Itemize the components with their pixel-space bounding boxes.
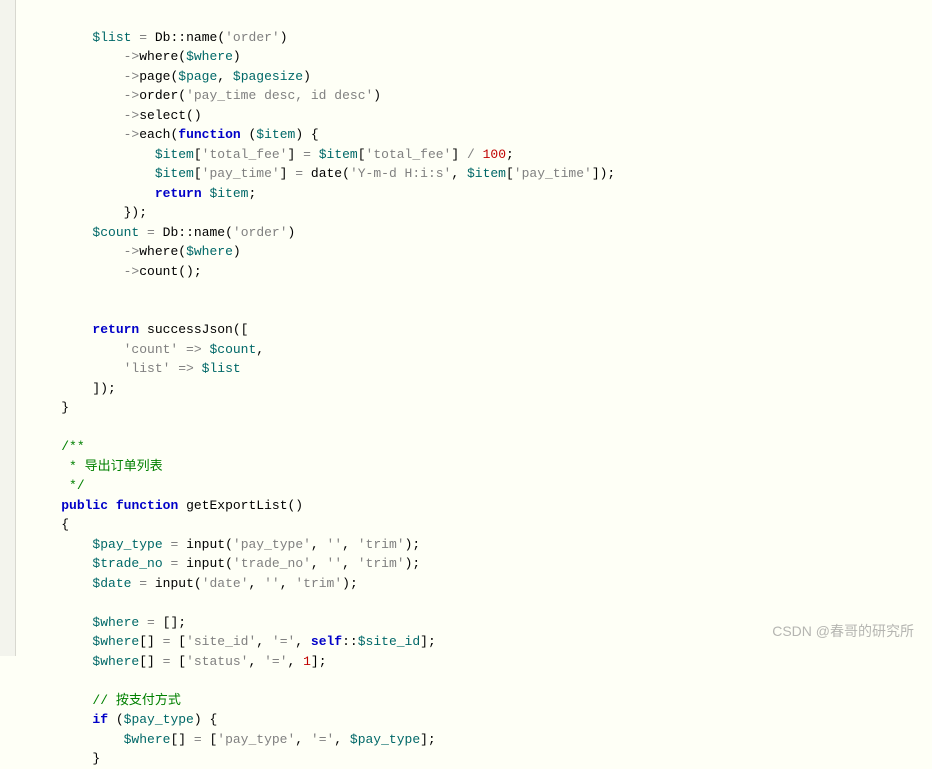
code-line: $pay_type = input('pay_type', '', 'trim'… (30, 537, 420, 552)
code-line: ->where($where) (30, 244, 241, 259)
code-line: ->select() (30, 108, 202, 123)
code-line: */ (30, 478, 85, 493)
code-line: ->order('pay_time desc, id desc') (30, 88, 381, 103)
code-line: 'list' => $list (30, 361, 241, 376)
code-line: $date = input('date', '', 'trim'); (30, 576, 358, 591)
code-line: $item['pay_time'] = date('Y-m-d H:i:s', … (30, 166, 615, 181)
code-line: /** (30, 439, 85, 454)
code-line: $where[] = ['site_id', '=', self::$site_… (30, 634, 436, 649)
code-line: } (30, 751, 100, 766)
code-line: $where = []; (30, 615, 186, 630)
code-line: return successJson([ (30, 322, 248, 337)
code-line: ]); (30, 381, 116, 396)
code-line: public function getExportList() (30, 498, 303, 513)
code-line: $item['total_fee'] = $item['total_fee'] … (30, 147, 514, 162)
code-line: $where[] = ['pay_type', '=', $pay_type]; (30, 732, 436, 747)
code-line: ->count(); (30, 264, 202, 279)
code-line: $trade_no = input('trade_no', '', 'trim'… (30, 556, 420, 571)
code-line: ->page($page, $pagesize) (30, 69, 311, 84)
code-line: $count = Db::name('order') (30, 225, 295, 240)
code-line: * 导出订单列表 (30, 459, 163, 474)
code-line: }); (30, 205, 147, 220)
watermark-text: CSDN @春哥的研究所 (772, 621, 914, 642)
line-gutter (0, 0, 16, 656)
code-editor-content[interactable]: $list = Db::name('order') ->where($where… (30, 8, 932, 769)
code-line: ->each(function ($item) { (30, 127, 319, 142)
code-line: if ($pay_type) { (30, 712, 217, 727)
code-line: ->where($where) (30, 49, 241, 64)
code-line: $list = Db::name('order') (30, 30, 288, 45)
code-line: } (30, 400, 69, 415)
code-line: 'count' => $count, (30, 342, 264, 357)
code-line: return $item; (30, 186, 256, 201)
code-line: { (30, 517, 69, 532)
code-line: // 按支付方式 (30, 693, 181, 708)
